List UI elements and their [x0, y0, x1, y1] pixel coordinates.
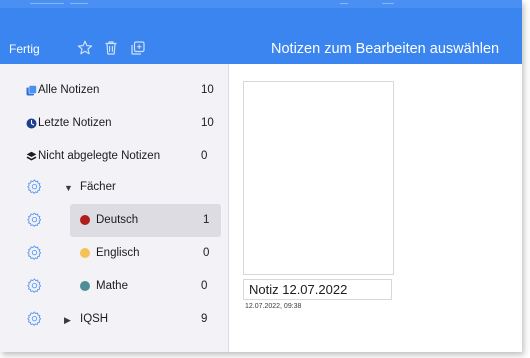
- sidebar-item-all-notes[interactable]: Alle Notizen 10: [0, 74, 229, 107]
- chevron-down-icon[interactable]: ▼: [64, 183, 73, 193]
- status-strip: [0, 0, 522, 8]
- duplicate-icon[interactable]: [129, 39, 147, 57]
- note-count: 0: [203, 247, 210, 259]
- top-toolbar: Fertig Notizen zum Bearbeiten auswählen: [0, 0, 522, 64]
- chevron-right-icon[interactable]: ▶: [64, 315, 71, 325]
- clock-icon: [26, 118, 37, 129]
- app-window: Fertig Notizen zum Bearbeiten auswählen …: [0, 0, 522, 352]
- note-date: 12.07.2022, 09:38: [245, 303, 302, 310]
- sidebar-item-deutsch[interactable]: Deutsch 1: [0, 204, 229, 237]
- note-count: 0: [201, 150, 208, 162]
- done-button[interactable]: Fertig: [9, 42, 40, 56]
- sidebar-group-label: Fächer: [80, 181, 116, 193]
- sidebar-item-recent-notes[interactable]: Letzte Notizen 10: [0, 107, 229, 140]
- sidebar-item-label: Deutsch: [96, 214, 139, 226]
- selection-highlight: [70, 204, 221, 237]
- sidebar-item-label: Letzte Notizen: [38, 117, 112, 129]
- sidebar-item-englisch[interactable]: Englisch 0: [0, 237, 229, 270]
- sidebar-item-label: Nicht abgelegte Notizen: [38, 150, 161, 162]
- gear-icon[interactable]: [27, 179, 42, 194]
- gear-icon[interactable]: [27, 311, 42, 326]
- sidebar-group-faecher[interactable]: ▼ Fächer: [0, 171, 229, 204]
- note-count: 10: [201, 84, 214, 96]
- notes-stack-icon: [26, 85, 37, 96]
- layers-icon: [26, 151, 37, 162]
- sidebar-item-label: Englisch: [96, 247, 140, 259]
- sidebar-group-label: IQSH: [80, 313, 109, 325]
- note-count: 10: [201, 117, 214, 129]
- note-title: Notiz 12.07.2022: [249, 282, 348, 297]
- color-dot: [80, 248, 90, 258]
- sidebar-item-mathe[interactable]: Mathe 0: [0, 270, 229, 303]
- sidebar-group-iqsh[interactable]: ▶ IQSH 9: [0, 303, 229, 336]
- sidebar-item-label: Mathe: [96, 280, 128, 292]
- note-title-field[interactable]: Notiz 12.07.2022: [243, 279, 392, 300]
- gear-icon[interactable]: [27, 212, 42, 227]
- note-thumbnail[interactable]: [243, 81, 394, 275]
- page-title: Notizen zum Bearbeiten auswählen: [271, 41, 500, 57]
- sidebar-item-unfiled-notes[interactable]: Nicht abgelegte Notizen 0: [0, 140, 229, 173]
- gear-icon[interactable]: [27, 278, 42, 293]
- note-count: 9: [201, 313, 208, 325]
- sidebar: Alle Notizen 10 Letzte Notizen 10 Nicht …: [0, 64, 229, 352]
- note-count: 0: [201, 280, 208, 292]
- color-dot: [80, 281, 90, 291]
- star-icon[interactable]: [76, 39, 94, 57]
- gear-icon[interactable]: [27, 245, 42, 260]
- color-dot: [80, 215, 90, 225]
- trash-icon[interactable]: [102, 39, 120, 57]
- sidebar-item-label: Alle Notizen: [38, 84, 100, 96]
- note-count: 1: [203, 214, 210, 226]
